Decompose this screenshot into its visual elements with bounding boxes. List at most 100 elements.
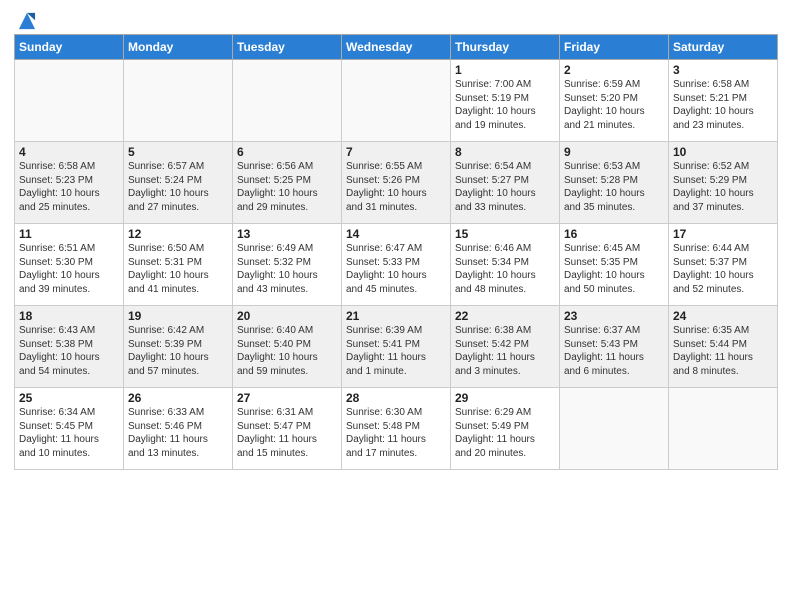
- day-info: Sunrise: 6:31 AMSunset: 5:47 PMDaylight:…: [237, 406, 337, 460]
- day-number: 4: [19, 145, 119, 159]
- calendar-day-cell: 26Sunrise: 6:33 AMSunset: 5:46 PMDayligh…: [124, 388, 233, 470]
- day-number: 5: [128, 145, 228, 159]
- calendar-day-cell: 20Sunrise: 6:40 AMSunset: 5:40 PMDayligh…: [233, 306, 342, 388]
- calendar-day-cell: 13Sunrise: 6:49 AMSunset: 5:32 PMDayligh…: [233, 224, 342, 306]
- day-number: 7: [346, 145, 446, 159]
- day-info: Sunrise: 6:53 AMSunset: 5:28 PMDaylight:…: [564, 160, 664, 214]
- day-info: Sunrise: 6:30 AMSunset: 5:48 PMDaylight:…: [346, 406, 446, 460]
- calendar-header-row: SundayMondayTuesdayWednesdayThursdayFrid…: [15, 35, 778, 60]
- day-info: Sunrise: 6:38 AMSunset: 5:42 PMDaylight:…: [455, 324, 555, 378]
- calendar-day-cell: 23Sunrise: 6:37 AMSunset: 5:43 PMDayligh…: [560, 306, 669, 388]
- day-number: 22: [455, 309, 555, 323]
- calendar-day-cell: 29Sunrise: 6:29 AMSunset: 5:49 PMDayligh…: [451, 388, 560, 470]
- calendar-day-cell: 3Sunrise: 6:58 AMSunset: 5:21 PMDaylight…: [669, 60, 778, 142]
- day-info: Sunrise: 6:44 AMSunset: 5:37 PMDaylight:…: [673, 242, 773, 296]
- calendar-day-cell: 4Sunrise: 6:58 AMSunset: 5:23 PMDaylight…: [15, 142, 124, 224]
- calendar-day-cell: [560, 388, 669, 470]
- calendar-day-cell: 22Sunrise: 6:38 AMSunset: 5:42 PMDayligh…: [451, 306, 560, 388]
- day-number: 11: [19, 227, 119, 241]
- day-number: 14: [346, 227, 446, 241]
- calendar-day-cell: 7Sunrise: 6:55 AMSunset: 5:26 PMDaylight…: [342, 142, 451, 224]
- day-number: 24: [673, 309, 773, 323]
- calendar-week-row: 4Sunrise: 6:58 AMSunset: 5:23 PMDaylight…: [15, 142, 778, 224]
- day-info: Sunrise: 6:55 AMSunset: 5:26 PMDaylight:…: [346, 160, 446, 214]
- day-number: 15: [455, 227, 555, 241]
- calendar-day-header: Wednesday: [342, 35, 451, 60]
- calendar-day-cell: [342, 60, 451, 142]
- calendar-day-cell: [669, 388, 778, 470]
- day-info: Sunrise: 6:42 AMSunset: 5:39 PMDaylight:…: [128, 324, 228, 378]
- calendar-day-header: Sunday: [15, 35, 124, 60]
- calendar-day-header: Thursday: [451, 35, 560, 60]
- day-info: Sunrise: 6:43 AMSunset: 5:38 PMDaylight:…: [19, 324, 119, 378]
- calendar-day-cell: [124, 60, 233, 142]
- day-number: 8: [455, 145, 555, 159]
- day-info: Sunrise: 6:54 AMSunset: 5:27 PMDaylight:…: [455, 160, 555, 214]
- day-info: Sunrise: 7:00 AMSunset: 5:19 PMDaylight:…: [455, 78, 555, 132]
- day-number: 17: [673, 227, 773, 241]
- calendar-day-cell: 17Sunrise: 6:44 AMSunset: 5:37 PMDayligh…: [669, 224, 778, 306]
- calendar-day-cell: 28Sunrise: 6:30 AMSunset: 5:48 PMDayligh…: [342, 388, 451, 470]
- day-number: 9: [564, 145, 664, 159]
- calendar-day-cell: 11Sunrise: 6:51 AMSunset: 5:30 PMDayligh…: [15, 224, 124, 306]
- calendar-day-cell: 6Sunrise: 6:56 AMSunset: 5:25 PMDaylight…: [233, 142, 342, 224]
- day-info: Sunrise: 6:29 AMSunset: 5:49 PMDaylight:…: [455, 406, 555, 460]
- day-number: 2: [564, 63, 664, 77]
- day-number: 6: [237, 145, 337, 159]
- calendar-day-cell: [233, 60, 342, 142]
- day-info: Sunrise: 6:37 AMSunset: 5:43 PMDaylight:…: [564, 324, 664, 378]
- calendar-week-row: 25Sunrise: 6:34 AMSunset: 5:45 PMDayligh…: [15, 388, 778, 470]
- day-number: 19: [128, 309, 228, 323]
- calendar-day-cell: 8Sunrise: 6:54 AMSunset: 5:27 PMDaylight…: [451, 142, 560, 224]
- calendar-day-cell: 27Sunrise: 6:31 AMSunset: 5:47 PMDayligh…: [233, 388, 342, 470]
- day-info: Sunrise: 6:39 AMSunset: 5:41 PMDaylight:…: [346, 324, 446, 378]
- day-info: Sunrise: 6:40 AMSunset: 5:40 PMDaylight:…: [237, 324, 337, 378]
- calendar-day-cell: 16Sunrise: 6:45 AMSunset: 5:35 PMDayligh…: [560, 224, 669, 306]
- logo: [14, 10, 38, 28]
- calendar-week-row: 1Sunrise: 7:00 AMSunset: 5:19 PMDaylight…: [15, 60, 778, 142]
- day-info: Sunrise: 6:52 AMSunset: 5:29 PMDaylight:…: [673, 160, 773, 214]
- day-info: Sunrise: 6:59 AMSunset: 5:20 PMDaylight:…: [564, 78, 664, 132]
- day-info: Sunrise: 6:51 AMSunset: 5:30 PMDaylight:…: [19, 242, 119, 296]
- day-number: 26: [128, 391, 228, 405]
- calendar-day-header: Tuesday: [233, 35, 342, 60]
- calendar-day-cell: 21Sunrise: 6:39 AMSunset: 5:41 PMDayligh…: [342, 306, 451, 388]
- day-info: Sunrise: 6:35 AMSunset: 5:44 PMDaylight:…: [673, 324, 773, 378]
- calendar: SundayMondayTuesdayWednesdayThursdayFrid…: [14, 34, 778, 470]
- day-info: Sunrise: 6:58 AMSunset: 5:23 PMDaylight:…: [19, 160, 119, 214]
- calendar-week-row: 11Sunrise: 6:51 AMSunset: 5:30 PMDayligh…: [15, 224, 778, 306]
- header: [14, 10, 778, 28]
- calendar-day-cell: 9Sunrise: 6:53 AMSunset: 5:28 PMDaylight…: [560, 142, 669, 224]
- calendar-day-cell: 25Sunrise: 6:34 AMSunset: 5:45 PMDayligh…: [15, 388, 124, 470]
- day-number: 16: [564, 227, 664, 241]
- day-number: 20: [237, 309, 337, 323]
- calendar-day-cell: 14Sunrise: 6:47 AMSunset: 5:33 PMDayligh…: [342, 224, 451, 306]
- calendar-day-header: Monday: [124, 35, 233, 60]
- day-number: 18: [19, 309, 119, 323]
- calendar-day-cell: 12Sunrise: 6:50 AMSunset: 5:31 PMDayligh…: [124, 224, 233, 306]
- day-number: 12: [128, 227, 228, 241]
- day-info: Sunrise: 6:45 AMSunset: 5:35 PMDaylight:…: [564, 242, 664, 296]
- calendar-day-cell: 24Sunrise: 6:35 AMSunset: 5:44 PMDayligh…: [669, 306, 778, 388]
- day-info: Sunrise: 6:50 AMSunset: 5:31 PMDaylight:…: [128, 242, 228, 296]
- day-info: Sunrise: 6:47 AMSunset: 5:33 PMDaylight:…: [346, 242, 446, 296]
- day-info: Sunrise: 6:46 AMSunset: 5:34 PMDaylight:…: [455, 242, 555, 296]
- day-number: 3: [673, 63, 773, 77]
- day-number: 29: [455, 391, 555, 405]
- calendar-day-cell: [15, 60, 124, 142]
- day-info: Sunrise: 6:56 AMSunset: 5:25 PMDaylight:…: [237, 160, 337, 214]
- calendar-day-cell: 10Sunrise: 6:52 AMSunset: 5:29 PMDayligh…: [669, 142, 778, 224]
- calendar-day-cell: 1Sunrise: 7:00 AMSunset: 5:19 PMDaylight…: [451, 60, 560, 142]
- calendar-day-header: Friday: [560, 35, 669, 60]
- day-info: Sunrise: 6:34 AMSunset: 5:45 PMDaylight:…: [19, 406, 119, 460]
- day-number: 1: [455, 63, 555, 77]
- day-number: 10: [673, 145, 773, 159]
- day-number: 27: [237, 391, 337, 405]
- calendar-day-cell: 19Sunrise: 6:42 AMSunset: 5:39 PMDayligh…: [124, 306, 233, 388]
- day-number: 21: [346, 309, 446, 323]
- day-info: Sunrise: 6:57 AMSunset: 5:24 PMDaylight:…: [128, 160, 228, 214]
- calendar-day-cell: 15Sunrise: 6:46 AMSunset: 5:34 PMDayligh…: [451, 224, 560, 306]
- day-number: 25: [19, 391, 119, 405]
- page: SundayMondayTuesdayWednesdayThursdayFrid…: [0, 0, 792, 612]
- calendar-day-cell: 2Sunrise: 6:59 AMSunset: 5:20 PMDaylight…: [560, 60, 669, 142]
